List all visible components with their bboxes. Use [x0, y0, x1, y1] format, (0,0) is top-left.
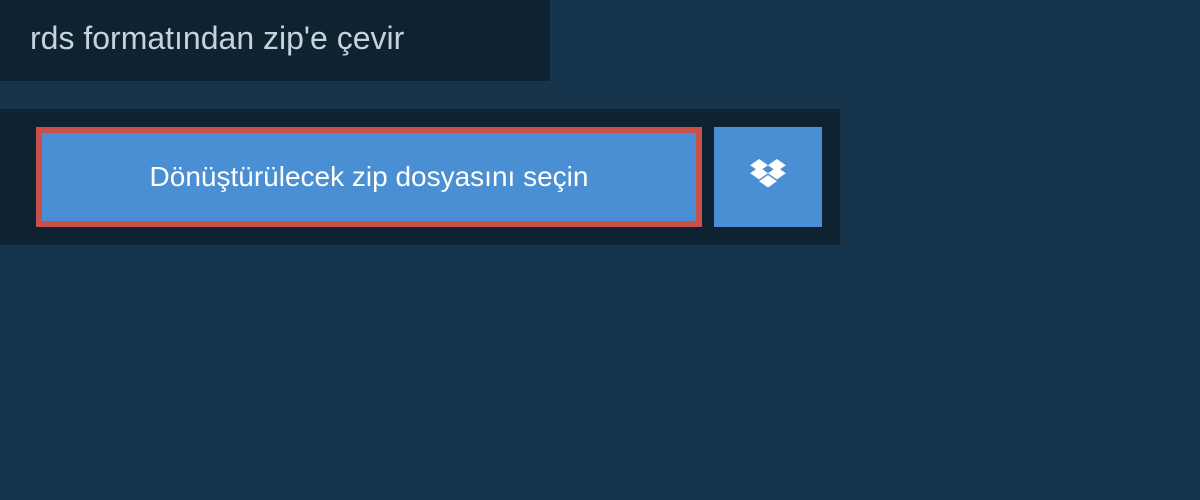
select-file-label: Dönüştürülecek zip dosyasını seçin	[150, 161, 589, 193]
dropbox-button[interactable]	[714, 127, 822, 227]
upload-section: Dönüştürülecek zip dosyasını seçin	[0, 109, 840, 245]
select-file-button[interactable]: Dönüştürülecek zip dosyasını seçin	[36, 127, 702, 227]
page-title: rds formatından zip'e çevir	[30, 20, 520, 57]
header-section: rds formatından zip'e çevir	[0, 0, 550, 81]
dropbox-icon	[750, 159, 786, 196]
